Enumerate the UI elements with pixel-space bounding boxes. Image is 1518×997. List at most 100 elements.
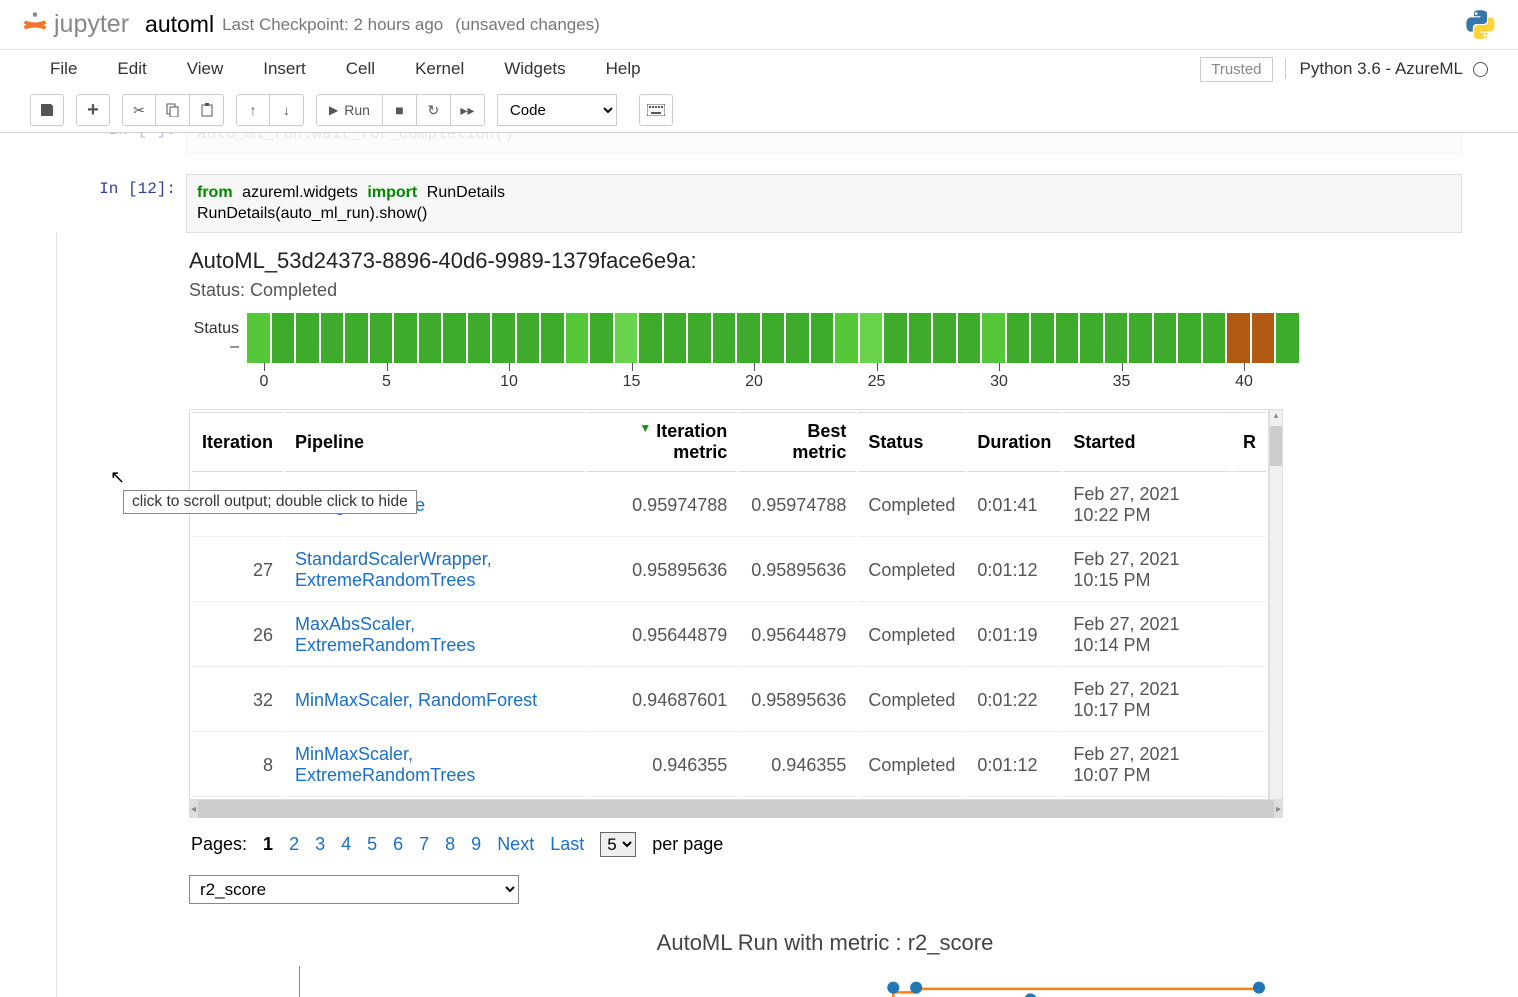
status-bar[interactable] xyxy=(296,313,319,363)
table-row[interactable]: 32MinMaxScaler, RandomForest0.946876010.… xyxy=(192,669,1266,732)
status-bar[interactable] xyxy=(884,313,907,363)
col-duration[interactable]: Duration xyxy=(967,412,1061,472)
status-bar[interactable] xyxy=(590,313,613,363)
status-bar[interactable] xyxy=(321,313,344,363)
status-bar[interactable] xyxy=(492,313,515,363)
move-down-button[interactable]: ↓ xyxy=(270,94,304,126)
col-iteration-metric[interactable]: ▼ Iteration metric xyxy=(587,412,737,472)
run-button[interactable]: ▶Run xyxy=(316,94,383,126)
add-cell-button[interactable]: + xyxy=(76,94,110,126)
table-row[interactable]: 27StandardScalerWrapper, ExtremeRandomTr… xyxy=(192,539,1266,602)
status-bar[interactable] xyxy=(1080,313,1103,363)
page-5[interactable]: 5 xyxy=(367,834,377,855)
status-bar[interactable] xyxy=(811,313,834,363)
col-status[interactable]: Status xyxy=(858,412,965,472)
menu-cell[interactable]: Cell xyxy=(326,53,395,85)
save-button[interactable] xyxy=(30,94,64,126)
status-bar[interactable] xyxy=(443,313,466,363)
status-bar[interactable] xyxy=(688,313,711,363)
status-bar[interactable] xyxy=(860,313,883,363)
copy-button[interactable] xyxy=(156,94,190,126)
status-bar[interactable] xyxy=(835,313,858,363)
status-bar[interactable] xyxy=(247,313,270,363)
interrupt-button[interactable]: ■ xyxy=(383,94,417,126)
menu-view[interactable]: View xyxy=(167,53,244,85)
status-bar[interactable] xyxy=(1203,313,1226,363)
status-bar[interactable] xyxy=(615,313,638,363)
status-bar[interactable] xyxy=(1129,313,1152,363)
pipeline-link[interactable]: MinMaxScaler, ExtremeRandomTrees xyxy=(295,744,475,785)
status-bar[interactable] xyxy=(1105,313,1128,363)
status-bar[interactable] xyxy=(1154,313,1177,363)
notebook-name[interactable]: automl xyxy=(145,11,214,38)
status-bar[interactable] xyxy=(517,313,540,363)
restart-run-all-button[interactable]: ▸▸ xyxy=(451,94,485,126)
status-bar[interactable] xyxy=(394,313,417,363)
page-4[interactable]: 4 xyxy=(341,834,351,855)
table-hscroll[interactable]: ◂▸ xyxy=(189,800,1283,818)
page-9[interactable]: 9 xyxy=(471,834,481,855)
menu-help[interactable]: Help xyxy=(586,53,661,85)
col-r-cut[interactable]: R xyxy=(1233,412,1266,472)
menu-insert[interactable]: Insert xyxy=(243,53,326,85)
status-bar[interactable] xyxy=(958,313,981,363)
status-bar[interactable] xyxy=(933,313,956,363)
jupyter-logo[interactable]: jupyter xyxy=(20,10,129,40)
metric-select[interactable]: r2_score xyxy=(189,875,519,904)
status-bar[interactable] xyxy=(982,313,1005,363)
status-bar[interactable] xyxy=(468,313,491,363)
metric-chart[interactable]: 0.95 0.9 xyxy=(299,966,1461,997)
menu-file[interactable]: File xyxy=(30,53,97,85)
col-started[interactable]: Started xyxy=(1063,412,1231,472)
trusted-indicator[interactable]: Trusted xyxy=(1200,57,1272,82)
command-palette-button[interactable] xyxy=(639,94,673,126)
status-bar[interactable] xyxy=(1227,313,1250,363)
code-input[interactable]: auto_ml_run.wait_for_completion() xyxy=(186,133,1462,154)
table-row[interactable]: 26MaxAbsScaler, ExtremeRandomTrees0.9564… xyxy=(192,604,1266,667)
col-pipeline[interactable]: Pipeline xyxy=(285,412,585,472)
cell-type-select[interactable]: Code xyxy=(497,94,617,126)
table-row[interactable]: 8MinMaxScaler, ExtremeRandomTrees0.94635… xyxy=(192,734,1266,797)
page-6[interactable]: 6 xyxy=(393,834,403,855)
status-bar[interactable] xyxy=(786,313,809,363)
page-7[interactable]: 7 xyxy=(419,834,429,855)
status-bar[interactable] xyxy=(713,313,736,363)
page-next[interactable]: Next xyxy=(497,834,534,855)
col-iteration[interactable]: Iteration xyxy=(192,412,283,472)
status-bar[interactable] xyxy=(762,313,785,363)
page-last[interactable]: Last xyxy=(550,834,584,855)
status-bar[interactable] xyxy=(272,313,295,363)
status-bar[interactable] xyxy=(1031,313,1054,363)
status-bar[interactable] xyxy=(419,313,442,363)
menu-widgets[interactable]: Widgets xyxy=(484,53,585,85)
status-bar[interactable] xyxy=(639,313,662,363)
restart-button[interactable]: ↻ xyxy=(417,94,451,126)
status-bar[interactable] xyxy=(1252,313,1275,363)
status-bar[interactable] xyxy=(345,313,368,363)
move-up-button[interactable]: ↑ xyxy=(236,94,270,126)
menu-kernel[interactable]: Kernel xyxy=(395,53,484,85)
page-1[interactable]: 1 xyxy=(263,834,273,855)
status-bar[interactable] xyxy=(1276,313,1299,363)
notebook-area[interactable]: In [ ]: auto_ml_run.wait_for_completion(… xyxy=(0,133,1518,997)
cell-partial[interactable]: In [ ]: auto_ml_run.wait_for_completion(… xyxy=(56,133,1462,154)
col-best-metric[interactable]: Best metric xyxy=(739,412,856,472)
status-bar[interactable] xyxy=(1178,313,1201,363)
status-bar[interactable] xyxy=(370,313,393,363)
code-input[interactable]: from azureml.widgets import RunDetails R… xyxy=(186,174,1462,234)
status-bar[interactable] xyxy=(541,313,564,363)
status-bar[interactable] xyxy=(1056,313,1079,363)
perpage-select[interactable]: 5 xyxy=(600,832,636,857)
status-bars[interactable] xyxy=(247,313,1299,363)
page-8[interactable]: 8 xyxy=(445,834,455,855)
pipeline-link[interactable]: MinMaxScaler, RandomForest xyxy=(295,690,537,710)
cell-in12[interactable]: In [12]: from azureml.widgets import Run… xyxy=(56,174,1462,234)
out-prompt[interactable] xyxy=(56,233,186,997)
table-vscroll[interactable]: ▴ xyxy=(1269,409,1283,800)
pipeline-link[interactable]: MaxAbsScaler, ExtremeRandomTrees xyxy=(295,614,475,655)
status-bar[interactable] xyxy=(1007,313,1030,363)
kernel-indicator[interactable]: Python 3.6 - AzureML xyxy=(1285,59,1488,79)
paste-button[interactable] xyxy=(190,94,224,126)
status-bar[interactable] xyxy=(664,313,687,363)
pipeline-link[interactable]: StandardScalerWrapper, ExtremeRandomTree… xyxy=(295,549,492,590)
